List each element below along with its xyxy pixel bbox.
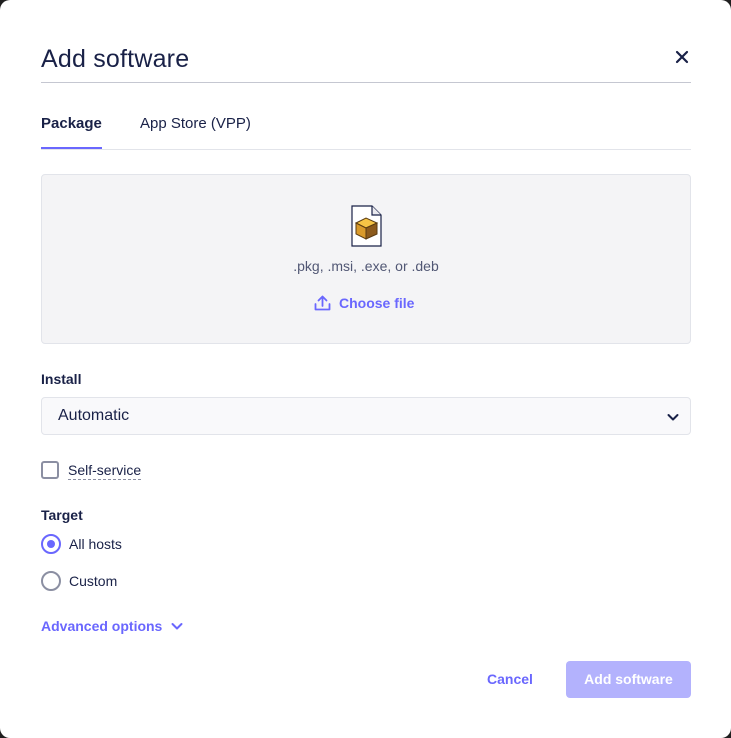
- all-hosts-label: All hosts: [69, 536, 122, 552]
- install-select-value: Automatic: [58, 407, 130, 424]
- advanced-options-toggle[interactable]: Advanced options: [41, 615, 184, 637]
- file-type-hint: .pkg, .msi, .exe, or .deb: [293, 258, 439, 274]
- target-custom-option[interactable]: Custom: [41, 570, 117, 592]
- modal-header: Add software: [41, 44, 691, 83]
- install-select[interactable]: Automatic: [41, 397, 691, 435]
- add-software-modal: Add software Package App Store (VPP) .pk…: [0, 0, 731, 738]
- custom-label: Custom: [69, 573, 118, 589]
- close-icon[interactable]: [675, 50, 689, 64]
- choose-file-label: Choose file: [339, 295, 415, 311]
- tab-package[interactable]: Package: [41, 108, 102, 149]
- all-hosts-radio[interactable]: [41, 534, 61, 554]
- cancel-button[interactable]: Cancel: [476, 661, 544, 698]
- install-label: Install: [41, 371, 82, 387]
- chevron-down-icon: [667, 414, 679, 421]
- choose-file-button[interactable]: Choose file: [314, 292, 414, 314]
- self-service-checkbox-row[interactable]: Self-service: [41, 459, 142, 481]
- target-label: Target: [41, 507, 83, 523]
- file-dropzone[interactable]: .pkg, .msi, .exe, or .deb Choose file: [41, 174, 691, 344]
- advanced-options-label: Advanced options: [41, 618, 163, 634]
- add-software-button[interactable]: Add software: [566, 661, 691, 698]
- target-all-hosts-option[interactable]: All hosts: [41, 533, 122, 555]
- custom-radio[interactable]: [41, 571, 61, 591]
- tab-bar: Package App Store (VPP): [41, 108, 691, 150]
- tab-app-store[interactable]: App Store (VPP): [140, 108, 251, 149]
- package-file-icon: [351, 205, 382, 247]
- self-service-checkbox[interactable]: [41, 461, 59, 479]
- self-service-label: Self-service: [68, 461, 142, 480]
- modal-title: Add software: [41, 45, 190, 73]
- upload-icon: [314, 295, 331, 311]
- chevron-down-icon: [171, 623, 183, 630]
